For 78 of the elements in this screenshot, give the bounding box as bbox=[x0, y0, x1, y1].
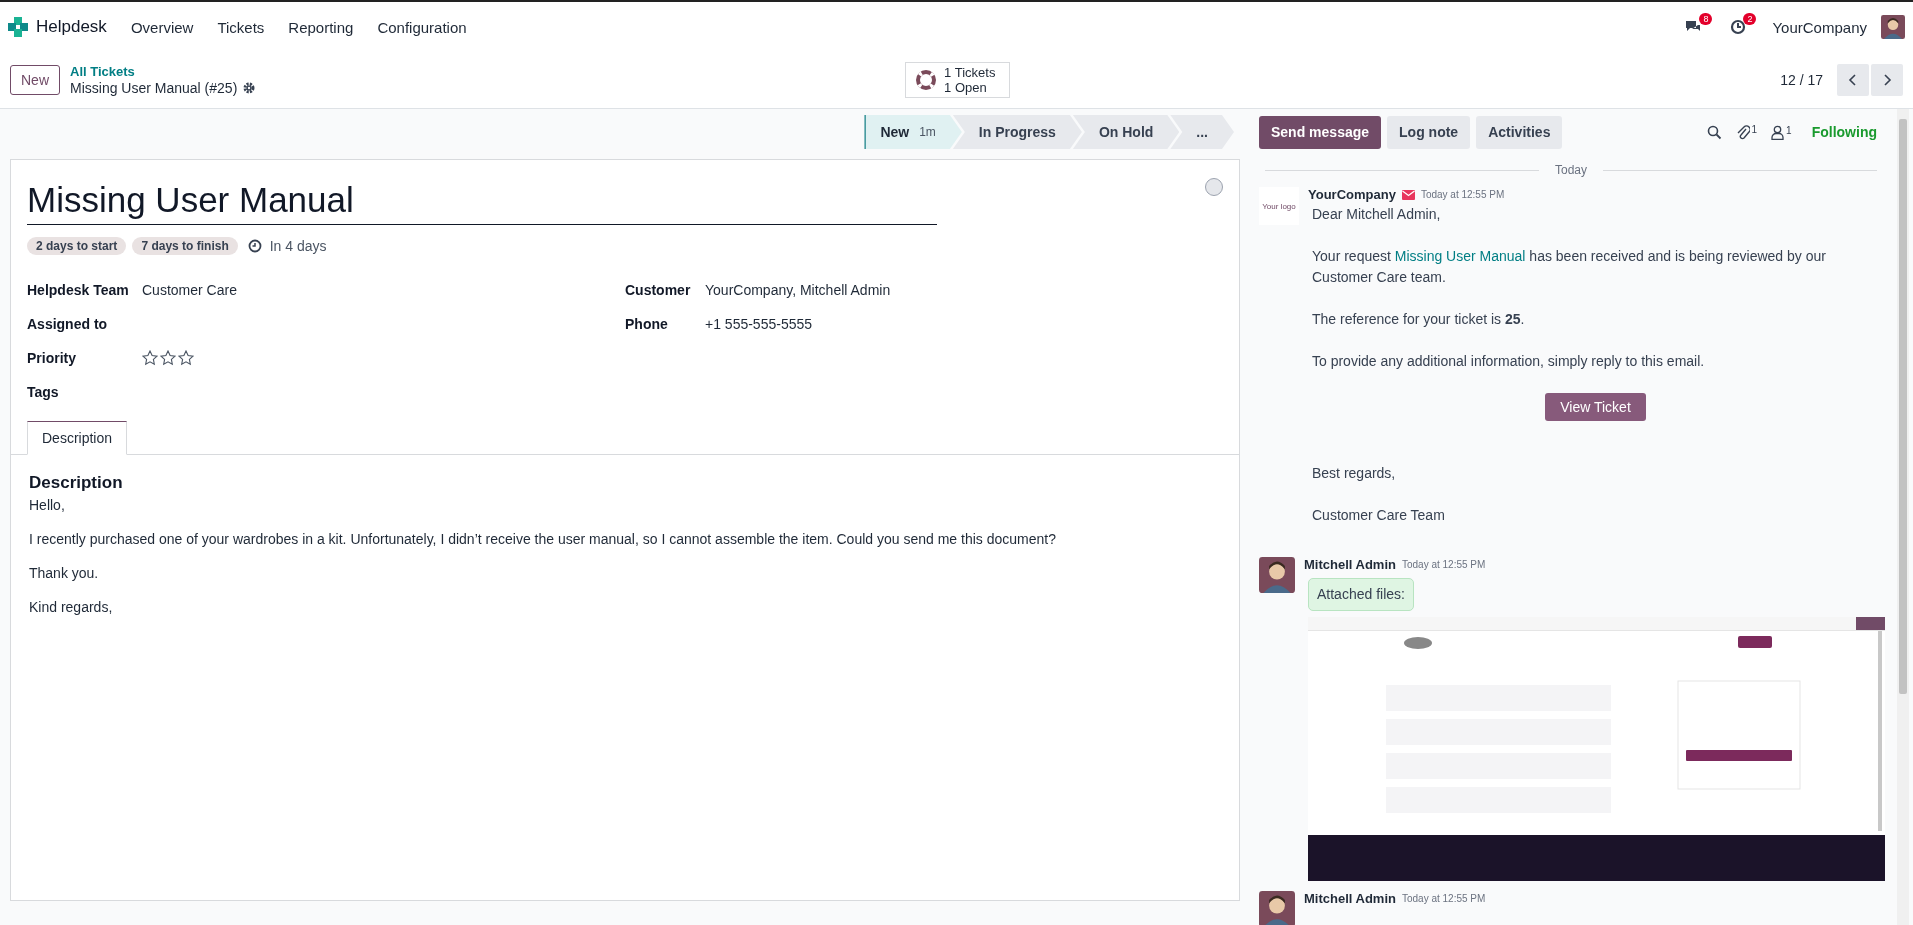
message-count-badge: 8 bbox=[1699, 13, 1713, 25]
search-icon[interactable] bbox=[1706, 124, 1722, 140]
description-paragraph: Kind regards, bbox=[29, 599, 114, 615]
person-icon[interactable] bbox=[1771, 124, 1785, 140]
helpdesk-logo-icon bbox=[8, 17, 28, 37]
scrollbar[interactable] bbox=[1897, 109, 1909, 925]
field-label: Helpdesk Team bbox=[27, 282, 130, 298]
description-paragraph: Hello, bbox=[29, 497, 66, 513]
stage-step[interactable]: On Hold bbox=[1072, 115, 1180, 149]
message-author[interactable]: Mitchell Admin bbox=[1304, 891, 1396, 906]
menu-item[interactable]: Overview bbox=[120, 12, 204, 42]
deadline-text: In 4 days bbox=[269, 238, 327, 254]
chevron-left-icon bbox=[1848, 74, 1858, 86]
description-paragraph: I recently purchased one of your wardrobes in a kit. Unfortunately, I didn’t receive the user manual, so I cannot assemble the item. Could you send me this document? bbox=[29, 531, 1057, 547]
field-value[interactable]: +1 555-555-5555 bbox=[705, 316, 813, 332]
ticket-link[interactable]: Missing User Manual bbox=[1394, 248, 1526, 264]
tickets-smart-button[interactable]: 1 Tickets 1 Open bbox=[905, 62, 1011, 98]
message-author[interactable]: YourCompany bbox=[1308, 187, 1396, 202]
pager-value: 12 / 17 bbox=[1780, 72, 1823, 88]
next-button[interactable] bbox=[1871, 64, 1903, 96]
author-avatar bbox=[1259, 557, 1295, 593]
record-name: Missing User Manual (#25) bbox=[70, 80, 238, 96]
previous-button[interactable] bbox=[1837, 64, 1869, 96]
app-name[interactable]: Helpdesk bbox=[36, 17, 107, 37]
lifebuoy-icon bbox=[916, 70, 937, 90]
message-author[interactable]: Mitchell Admin bbox=[1304, 557, 1396, 572]
menu-item[interactable]: Tickets bbox=[207, 12, 275, 42]
user-avatar bbox=[1881, 15, 1905, 39]
description-heading: Description bbox=[29, 473, 124, 493]
sla-tag: 2 days to start bbox=[27, 237, 127, 255]
menu-item[interactable]: Reporting bbox=[278, 12, 364, 42]
new-button[interactable]: New bbox=[10, 65, 60, 95]
star-icon[interactable] bbox=[178, 350, 194, 366]
follower-count: 1 bbox=[1786, 124, 1792, 136]
author-avatar bbox=[1259, 891, 1295, 925]
menu-item[interactable]: Configuration bbox=[367, 12, 477, 42]
message-text: The reference for your ticket is 25. bbox=[1312, 310, 1526, 329]
sla-tag: 7 days to finish bbox=[132, 237, 238, 255]
field-value[interactable]: Customer Care bbox=[142, 282, 237, 298]
field-label: Customer bbox=[625, 282, 692, 298]
field-label: Phone bbox=[625, 316, 669, 332]
message-time: Today at 12:55 PM bbox=[1401, 893, 1486, 904]
star-icon[interactable] bbox=[160, 350, 176, 366]
date-separator: Today bbox=[1555, 163, 1587, 177]
message-bubble: Attached files: bbox=[1308, 578, 1414, 611]
company-logo: Your logo bbox=[1259, 187, 1299, 225]
breadcrumb-link[interactable]: All Tickets bbox=[70, 64, 256, 80]
message-text: Customer Care Team bbox=[1312, 506, 1446, 525]
stage-step[interactable]: New 1m bbox=[864, 115, 962, 149]
following-button[interactable]: Following bbox=[1805, 123, 1883, 141]
paperclip-icon[interactable] bbox=[1735, 124, 1750, 140]
ticket-title-field[interactable]: Missing User Manual bbox=[27, 178, 937, 225]
stage-step[interactable]: ... bbox=[1170, 115, 1234, 149]
field-value[interactable]: YourCompany, Mitchell Admin bbox=[705, 282, 891, 298]
description-paragraph: Thank you. bbox=[29, 565, 100, 581]
message-text: Best regards, bbox=[1312, 464, 1397, 483]
notebook-tab[interactable]: Description bbox=[27, 421, 128, 455]
field-label: Tags bbox=[27, 384, 60, 400]
chatter-button[interactable]: Log note bbox=[1387, 115, 1471, 149]
clock-icon[interactable] bbox=[1730, 19, 1747, 35]
activity-count-badge: 2 bbox=[1743, 13, 1757, 25]
stage-step[interactable]: In Progress bbox=[952, 115, 1082, 149]
chevron-right-icon bbox=[1882, 74, 1892, 86]
message-time: Today at 12:55 PM bbox=[1401, 559, 1486, 570]
field-label: Priority bbox=[27, 350, 77, 366]
star-icon[interactable] bbox=[142, 350, 158, 366]
field-label: Assigned to bbox=[27, 316, 109, 332]
message-text: Your request Missing User Manual has been received and is being reviewed by our Customer Care team. bbox=[1312, 247, 1827, 287]
message-time: Today at 12:55 PM bbox=[1420, 189, 1505, 200]
chatter-button[interactable]: Activities bbox=[1476, 115, 1563, 149]
message-text: To provide any additional information, simply reply to this email. bbox=[1312, 352, 1706, 371]
chatter-button[interactable]: Send message bbox=[1259, 115, 1382, 149]
clock-icon bbox=[247, 239, 262, 253]
attachment-count: 1 bbox=[1751, 124, 1758, 135]
message-text: Dear Mitchell Admin, bbox=[1312, 205, 1442, 224]
view-ticket-button[interactable]: View Ticket bbox=[1545, 393, 1646, 421]
company-switcher[interactable]: YourCompany bbox=[1762, 18, 1877, 36]
gear-icon[interactable] bbox=[243, 82, 256, 94]
